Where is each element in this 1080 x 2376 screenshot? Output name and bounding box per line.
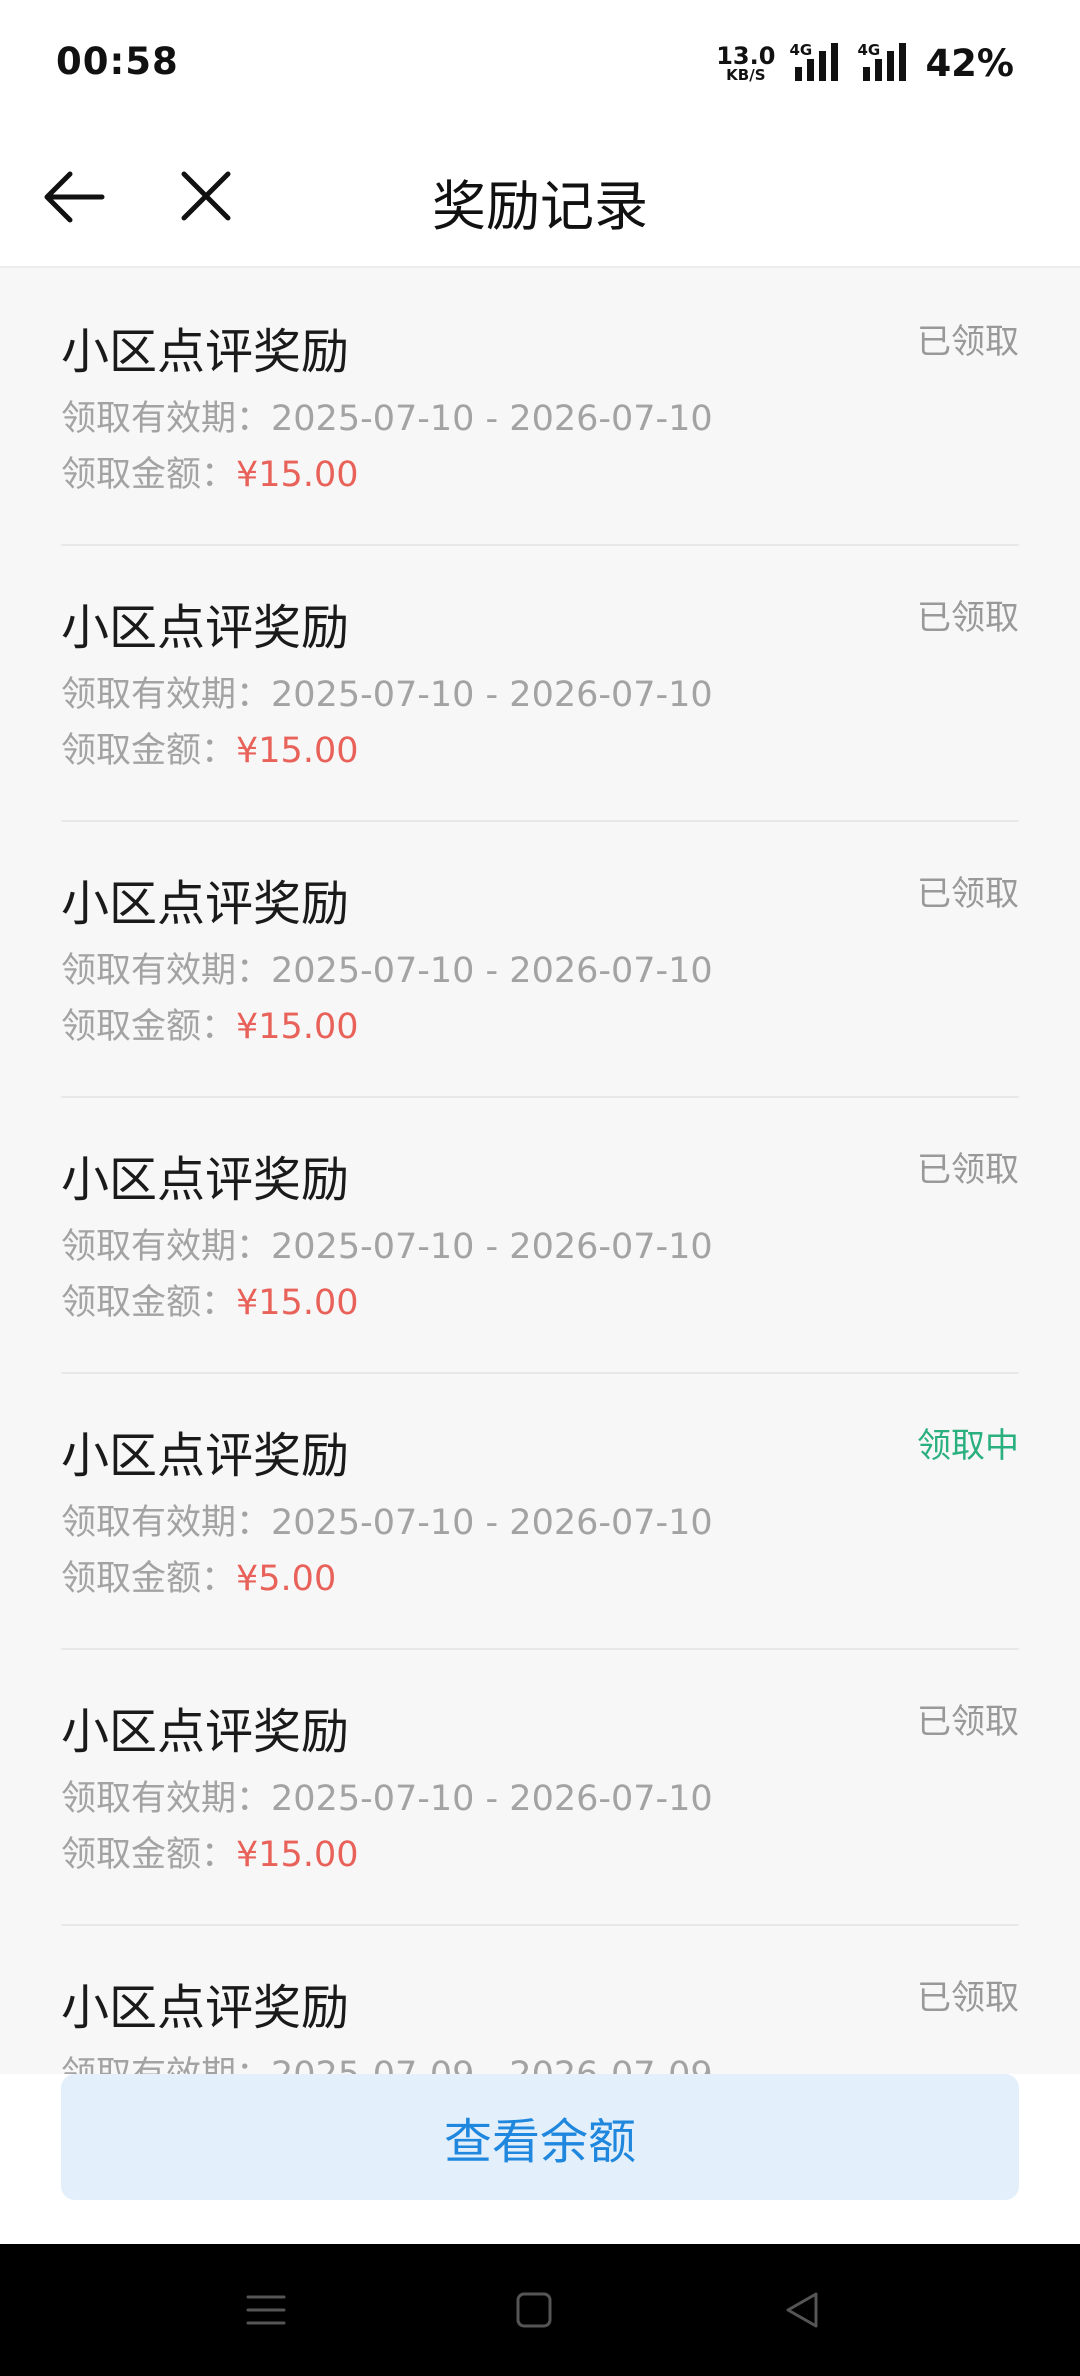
page-title: 奖励记录 [432,175,648,238]
nav-header: 奖励记录 [0,126,1080,268]
amount-label: 领取金额： [61,1007,237,1047]
amount-label: 领取金额： [61,1559,237,1599]
record-amount: 领取金额：¥15.00 [61,722,358,773]
record-amount: 领取金额：¥15.00 [61,1826,358,1877]
record-title: 小区点评奖励 [61,324,350,380]
view-balance-button[interactable]: 查看余额 [61,2074,1019,2200]
record-validity: 领取有效期：2025-07-10 - 2026-07-10 [61,1494,713,1545]
record-title: 小区点评奖励 [61,1704,350,1760]
network-speed-unit: KB/S [726,65,766,84]
record-validity: 领取有效期：2025-07-09 - 2026-07-09 [61,2046,713,2074]
record-status: 已领取 [917,322,1019,362]
network-speed-value: 13.0 [716,41,776,70]
back-triangle-icon [786,2292,818,2328]
validity-value: 2025-07-10 - 2026-07-10 [271,675,713,715]
record-title: 小区点评奖励 [61,876,350,932]
record-title: 小区点评奖励 [61,1980,350,2036]
record-status: 已领取 [917,874,1019,914]
status-time: 00:58 [56,40,179,83]
validity-value: 2025-07-10 - 2026-07-10 [271,399,713,439]
amount-label: 领取金额： [61,731,237,771]
amount-value: ¥15.00 [236,1835,359,1875]
record-item[interactable]: 小区点评奖励 领取中 领取有效期：2025-07-10 - 2026-07-10… [61,1374,1019,1650]
record-validity: 领取有效期：2025-07-10 - 2026-07-10 [61,1770,713,1821]
amount-value: ¥15.00 [236,455,359,495]
amount-label: 领取金额： [61,1835,237,1875]
record-status: 已领取 [917,598,1019,638]
record-amount: 领取金额：¥15.00 [61,1274,358,1325]
battery-level: 42% [925,41,1014,85]
record-item[interactable]: 小区点评奖励 已领取 领取有效期：2025-07-09 - 2026-07-09 [61,1926,1019,2074]
validity-label: 领取有效期： [61,399,272,439]
validity-label: 领取有效期： [61,2055,271,2074]
system-menu-button[interactable] [236,2280,296,2340]
system-home-button[interactable] [504,2280,564,2340]
amount-value: ¥15.00 [236,1283,359,1323]
system-back-button[interactable] [772,2280,832,2340]
record-amount: 领取金额：¥5.00 [61,1550,336,1601]
record-validity: 领取有效期：2025-07-10 - 2026-07-10 [61,390,713,441]
validity-value: 2025-07-10 - 2026-07-10 [271,1227,713,1267]
validity-value: 2025-07-10 - 2026-07-10 [271,1779,713,1819]
record-item[interactable]: 小区点评奖励 已领取 领取有效期：2025-07-10 - 2026-07-10… [61,822,1019,1098]
status-bar: 00:58 13.0 KB/S 4G 4G 42% [0,0,1080,126]
validity-label: 领取有效期： [61,1779,272,1819]
record-item[interactable]: 小区点评奖励 已领取 领取有效期：2025-07-10 - 2026-07-10… [61,270,1019,546]
network-speed: 13.0 KB/S [716,44,775,83]
record-status: 领取中 [917,1426,1019,1466]
record-status: 已领取 [917,1702,1019,1742]
validity-value: 2025-07-10 - 2026-07-10 [271,1503,713,1543]
status-indicators: 13.0 KB/S 4G 4G 42% [716,38,1014,88]
validity-value: 2025-07-09 - 2026-07-09 [271,2055,713,2074]
record-item[interactable]: 小区点评奖励 已领取 领取有效期：2025-07-10 - 2026-07-10… [61,546,1019,822]
record-validity: 领取有效期：2025-07-10 - 2026-07-10 [61,942,713,993]
amount-label: 领取金额： [61,455,237,495]
record-validity: 领取有效期：2025-07-10 - 2026-07-10 [61,666,713,717]
record-item[interactable]: 小区点评奖励 已领取 领取有效期：2025-07-10 - 2026-07-10… [61,1650,1019,1926]
validity-label: 领取有效期： [61,675,272,715]
reward-record-list[interactable]: 小区点评奖励 已领取 领取有效期：2025-07-10 - 2026-07-10… [0,270,1080,2074]
record-amount: 领取金额：¥15.00 [61,998,358,1049]
validity-label: 领取有效期： [61,1227,272,1267]
record-status: 已领取 [917,1978,1019,2018]
amount-value: ¥15.00 [236,731,359,771]
amount-value: ¥15.00 [236,1007,359,1047]
signal-strength-icon: 4G [789,41,847,85]
record-status: 已领取 [917,1150,1019,1190]
signal-strength-icon: 4G [857,41,915,85]
record-item[interactable]: 小区点评奖励 已领取 领取有效期：2025-07-10 - 2026-07-10… [61,1098,1019,1374]
system-nav-bar [0,2244,1080,2376]
record-title: 小区点评奖励 [61,1152,350,1208]
validity-label: 领取有效期： [61,1503,272,1543]
bottom-action-area: 查看余额 [0,2074,1080,2244]
amount-label: 领取金额： [61,1283,237,1323]
record-amount: 领取金额：¥15.00 [61,446,358,497]
amount-value: ¥5.00 [236,1559,337,1599]
record-title: 小区点评奖励 [61,1428,350,1484]
record-title: 小区点评奖励 [61,600,350,656]
validity-value: 2025-07-10 - 2026-07-10 [271,951,713,991]
validity-label: 领取有效期： [61,951,272,991]
record-validity: 领取有效期：2025-07-10 - 2026-07-10 [61,1218,713,1269]
menu-icon [246,2295,286,2325]
home-square-icon [516,2292,552,2328]
